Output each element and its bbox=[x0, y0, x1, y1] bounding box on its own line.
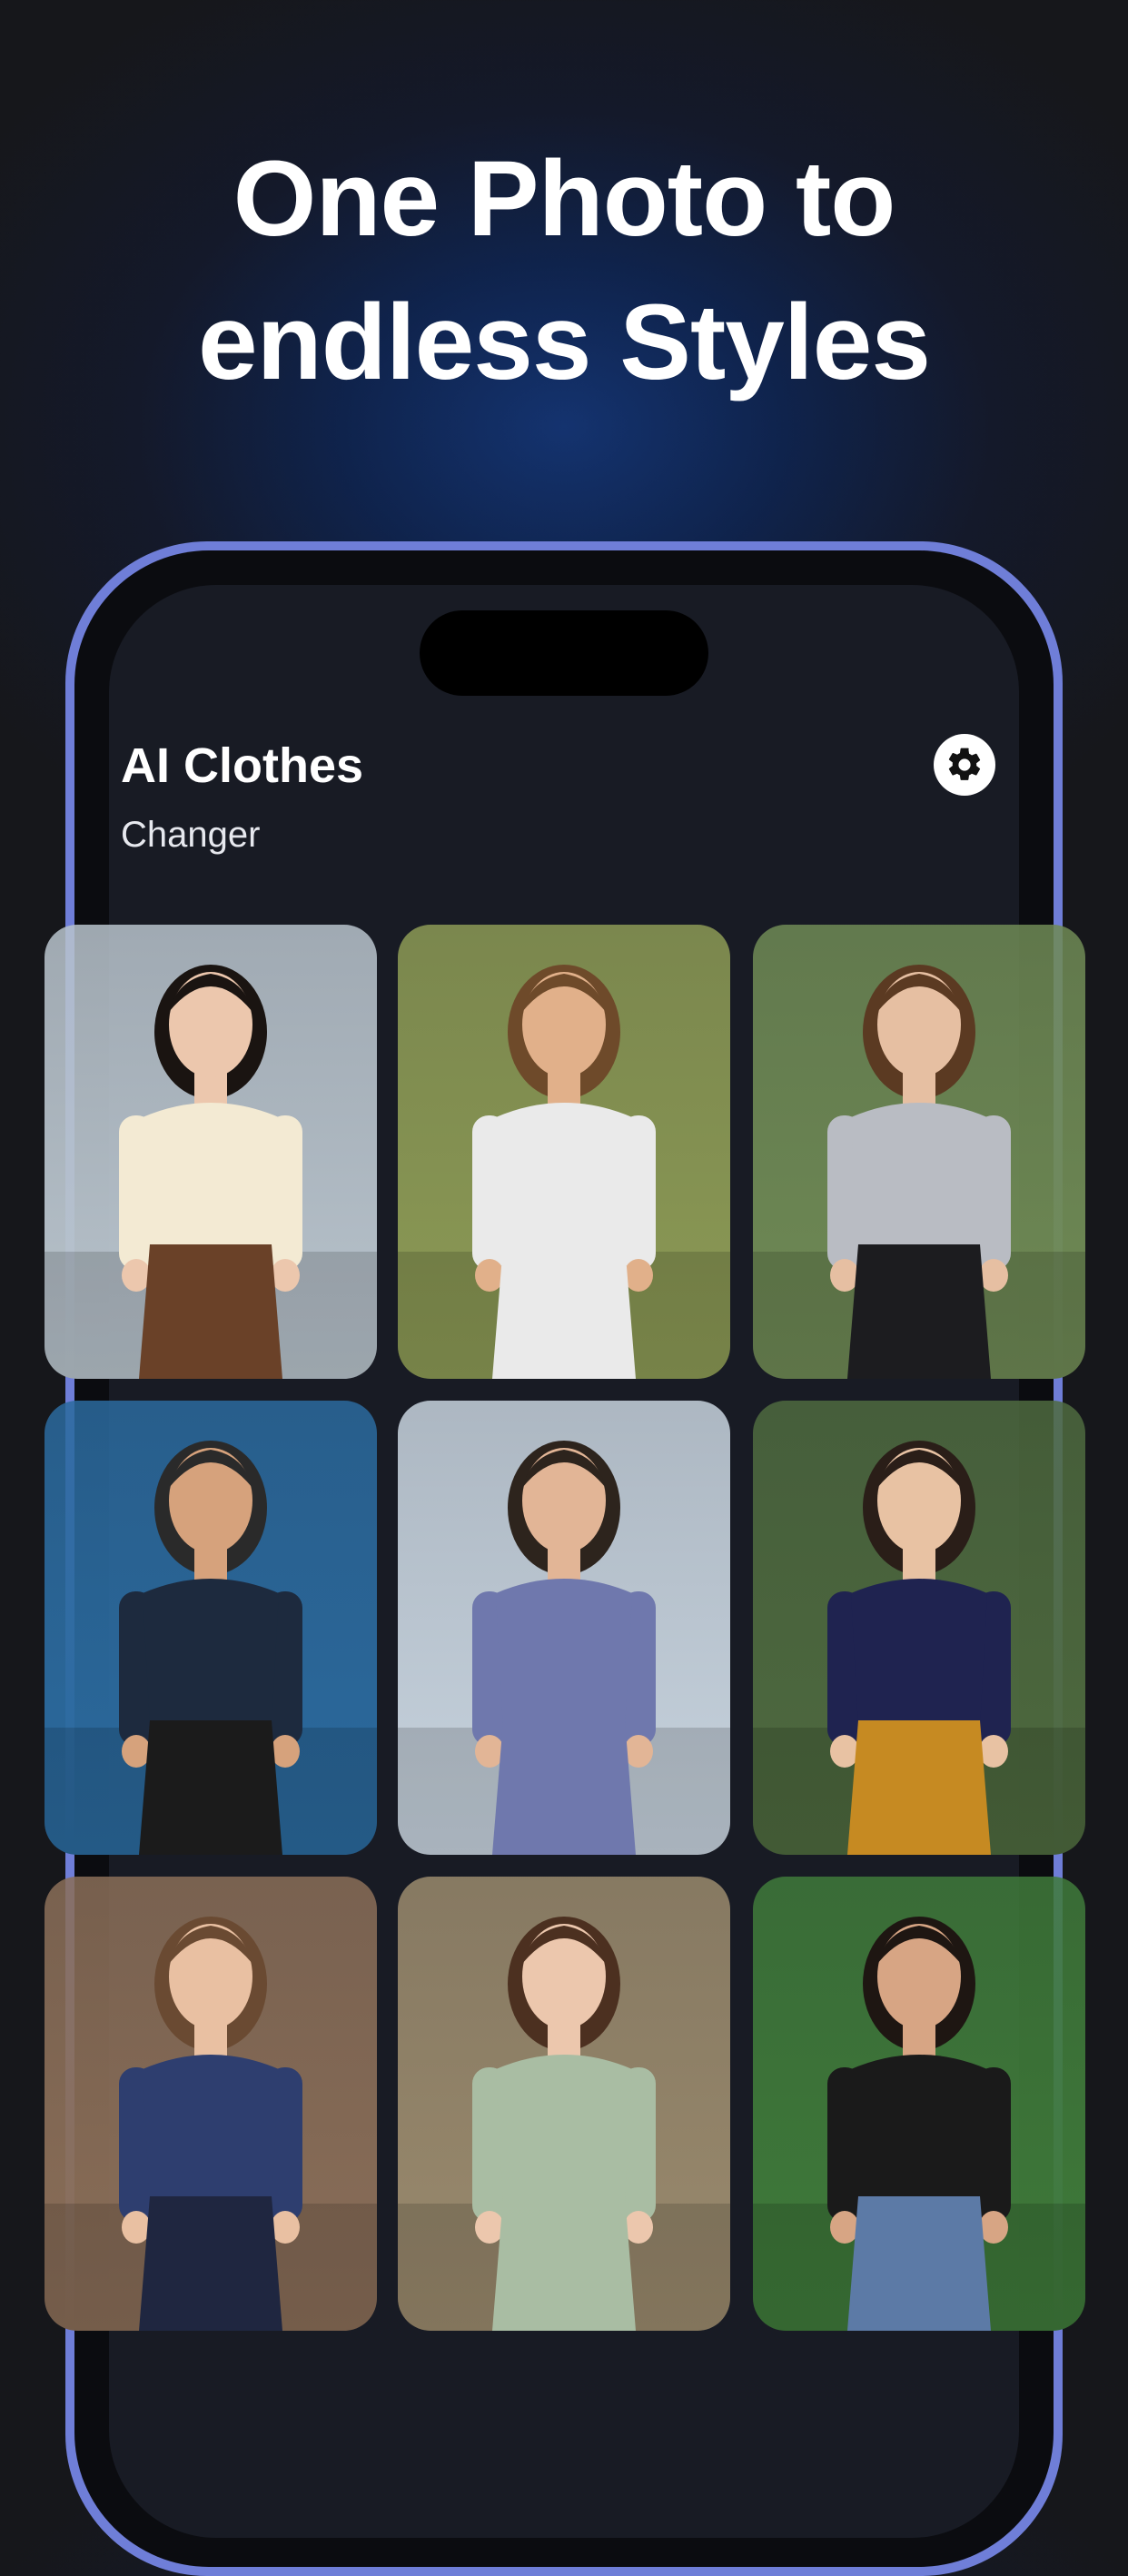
photo-illustration bbox=[398, 1401, 730, 1855]
photo-illustration bbox=[753, 925, 1085, 1379]
style-photo-man-baseball-outfit[interactable] bbox=[45, 1401, 377, 1855]
photo-illustration bbox=[753, 1877, 1085, 2331]
dynamic-island bbox=[420, 610, 708, 696]
headline-line-1: One Photo to bbox=[233, 139, 896, 259]
style-photo-woman-denim-shirt[interactable] bbox=[45, 1877, 377, 2331]
style-photo-woman-cream-blouse[interactable] bbox=[45, 925, 377, 1379]
style-photo-woman-stadium-jersey[interactable] bbox=[753, 1877, 1085, 2331]
photo-illustration bbox=[398, 925, 730, 1379]
headline-line-2: endless Styles bbox=[198, 282, 931, 402]
style-photo-woman-gray-hoodie[interactable] bbox=[753, 925, 1085, 1379]
headline: One Photo to endless Styles bbox=[0, 127, 1128, 414]
photo-illustration bbox=[398, 1877, 730, 2331]
style-photo-woman-striped-dress[interactable] bbox=[398, 925, 730, 1379]
style-photo-woman-sage-gown[interactable] bbox=[398, 1877, 730, 2331]
style-photo-man-navy-polo[interactable] bbox=[753, 1401, 1085, 1855]
photo-illustration bbox=[45, 925, 377, 1379]
photo-illustration bbox=[753, 1401, 1085, 1855]
settings-button[interactable] bbox=[934, 734, 995, 796]
app-title: AI Clothes bbox=[121, 738, 364, 793]
photo-illustration bbox=[45, 1401, 377, 1855]
photo-illustration bbox=[45, 1877, 377, 2331]
app-subtitle: Changer bbox=[121, 815, 261, 855]
style-photo-man-blue-suit[interactable] bbox=[398, 1401, 730, 1855]
gear-icon bbox=[948, 748, 981, 780]
